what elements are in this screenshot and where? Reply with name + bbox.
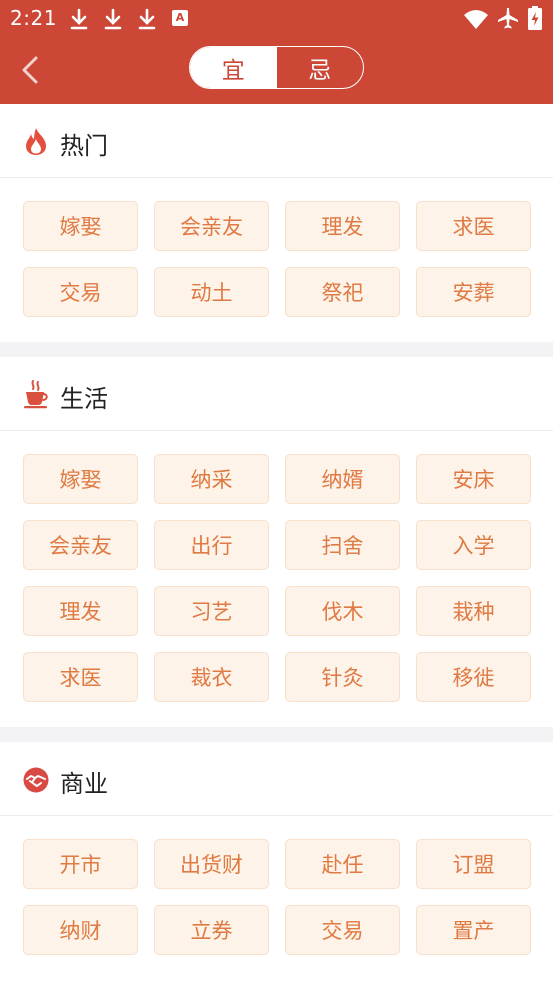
tag-grid: 嫁娶 会亲友 理发 求医 交易 动土 祭祀 安葬 (23, 201, 531, 317)
tag-item[interactable]: 理发 (23, 586, 138, 636)
section-header: 生活 (0, 357, 553, 431)
download-icon (104, 8, 122, 30)
tag-grid: 开市 出货财 赴任 订盟 纳财 立券 交易 置产 (23, 839, 531, 955)
tag-item[interactable]: 出行 (154, 520, 269, 570)
tab-ji[interactable]: 忌 (277, 47, 364, 88)
handshake-icon (23, 767, 49, 793)
tag-item[interactable]: 理发 (285, 201, 400, 251)
a-icon: A (172, 10, 188, 26)
tag-item[interactable]: 祭祀 (285, 267, 400, 317)
section-life: 生活 嫁娶 纳采 纳婿 安床 会亲友 出行 扫舍 入学 理发 习艺 伐木 栽种 … (0, 357, 553, 727)
airplane-icon (498, 8, 518, 29)
tag-item[interactable]: 动土 (154, 267, 269, 317)
tag-item[interactable]: 纳采 (154, 454, 269, 504)
tag-item[interactable]: 针灸 (285, 652, 400, 702)
wifi-icon (464, 10, 488, 29)
tag-item[interactable]: 裁衣 (154, 652, 269, 702)
status-bar: 2:21 A (0, 0, 553, 38)
section-title: 商业 (60, 770, 108, 798)
status-time: 2:21 (10, 6, 57, 30)
fire-icon (26, 128, 46, 155)
tag-item[interactable]: 求医 (416, 201, 531, 251)
coffee-cup-icon (24, 380, 48, 409)
tag-item[interactable]: 栽种 (416, 586, 531, 636)
tag-item[interactable]: 移徙 (416, 652, 531, 702)
tag-item[interactable]: 交易 (23, 267, 138, 317)
tag-item[interactable]: 交易 (285, 905, 400, 955)
tag-item[interactable]: 订盟 (416, 839, 531, 889)
tag-item[interactable]: 嫁娶 (23, 201, 138, 251)
tag-item[interactable]: 纳婿 (285, 454, 400, 504)
section-title: 生活 (60, 385, 108, 413)
tag-item[interactable]: 入学 (416, 520, 531, 570)
tag-item[interactable]: 求医 (23, 652, 138, 702)
tag-item[interactable]: 纳财 (23, 905, 138, 955)
battery-charging-icon (528, 6, 542, 30)
yi-ji-toggle: 宜 忌 (189, 46, 364, 89)
tag-item[interactable]: 出货财 (154, 839, 269, 889)
tag-item[interactable]: 扫舍 (285, 520, 400, 570)
section-header: 热门 (0, 104, 553, 178)
tag-item[interactable]: 习艺 (154, 586, 269, 636)
download-icon (138, 8, 156, 30)
tag-item[interactable]: 安床 (416, 454, 531, 504)
tab-yi[interactable]: 宜 (190, 47, 277, 88)
tag-item[interactable]: 置产 (416, 905, 531, 955)
tag-item[interactable]: 立券 (154, 905, 269, 955)
download-icon (70, 8, 88, 30)
back-button[interactable] (16, 54, 46, 86)
tag-item[interactable]: 嫁娶 (23, 454, 138, 504)
section-business: 商业 开市 出货财 赴任 订盟 纳财 立券 交易 置产 (0, 742, 553, 983)
tag-item[interactable]: 伐木 (285, 586, 400, 636)
tag-item[interactable]: 赴任 (285, 839, 400, 889)
tag-item[interactable]: 会亲友 (23, 520, 138, 570)
section-hot: 热门 嫁娶 会亲友 理发 求医 交易 动土 祭祀 安葬 (0, 104, 553, 342)
tag-item[interactable]: 会亲友 (154, 201, 269, 251)
section-title: 热门 (60, 132, 108, 160)
tag-item[interactable]: 开市 (23, 839, 138, 889)
tag-grid: 嫁娶 纳采 纳婿 安床 会亲友 出行 扫舍 入学 理发 习艺 伐木 栽种 求医 … (23, 454, 531, 702)
tag-item[interactable]: 安葬 (416, 267, 531, 317)
app-header: 2:21 A 宜 忌 (0, 0, 553, 104)
section-header: 商业 (0, 742, 553, 816)
